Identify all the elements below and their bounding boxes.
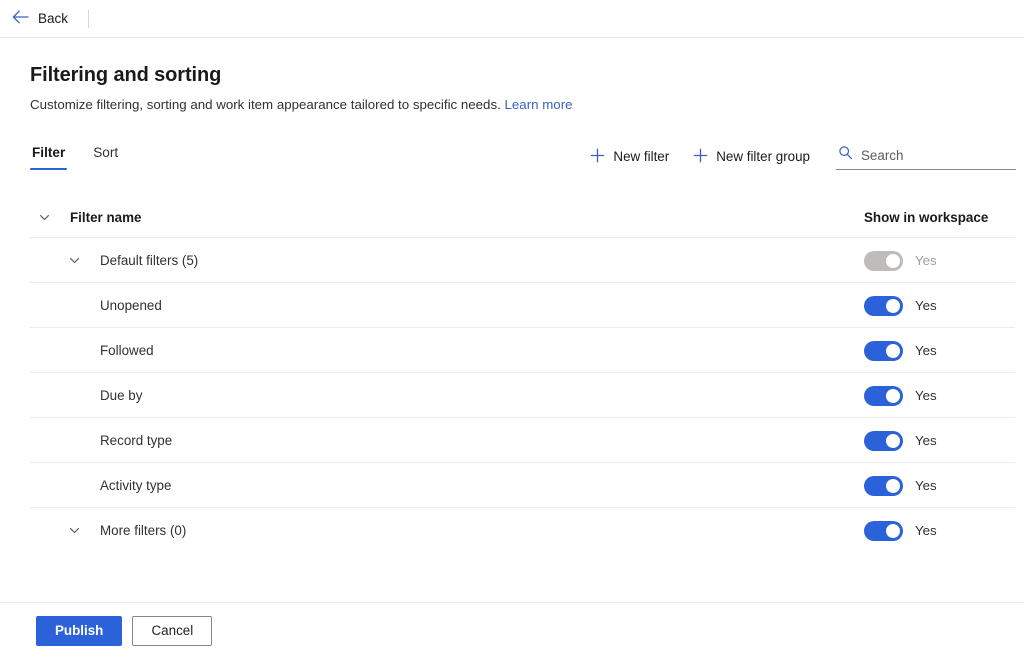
toggle-label: Yes bbox=[915, 478, 937, 493]
toggle-label: Yes bbox=[915, 343, 937, 358]
toggle-knob bbox=[886, 298, 900, 313]
command-bar: Filter Sort New filter New filter group … bbox=[0, 143, 1024, 181]
page-subtitle-text: Customize filtering, sorting and work it… bbox=[30, 97, 501, 112]
row-name-cell: Default filters (5) bbox=[0, 253, 864, 268]
table-header-row: Filter name Show in workspace bbox=[0, 196, 1024, 238]
command-actions: New filter New filter group bbox=[580, 143, 1016, 170]
toggle-label: Yes bbox=[915, 298, 937, 313]
row-label: Default filters (5) bbox=[100, 253, 199, 268]
filters-table: Filter name Show in workspace Default fi… bbox=[0, 196, 1024, 553]
show-in-workspace-toggle[interactable] bbox=[864, 520, 903, 541]
tab-filter[interactable]: Filter bbox=[30, 143, 68, 170]
cancel-button[interactable]: Cancel bbox=[132, 615, 213, 646]
toggle-knob bbox=[886, 343, 900, 358]
tab-list: Filter Sort bbox=[30, 143, 120, 170]
page-header: Filtering and sorting Customize filterin… bbox=[0, 38, 1024, 114]
show-in-workspace-toggle[interactable] bbox=[864, 385, 903, 406]
table-row[interactable]: Followed Yes bbox=[0, 328, 1024, 373]
arrow-left-icon bbox=[12, 10, 29, 27]
tab-sort[interactable]: Sort bbox=[91, 143, 120, 170]
plus-icon bbox=[590, 148, 605, 166]
chevron-down-icon[interactable] bbox=[60, 524, 88, 537]
page-subtitle: Customize filtering, sorting and work it… bbox=[0, 87, 1024, 114]
chevron-down-icon[interactable] bbox=[30, 211, 58, 224]
row-toggle-cell: Yes bbox=[864, 250, 1024, 271]
toggle-label: Yes bbox=[915, 388, 937, 403]
toggle-knob bbox=[886, 478, 900, 493]
top-bar: Back bbox=[0, 0, 1024, 38]
search-input[interactable] bbox=[861, 147, 1014, 163]
row-name-cell: More filters (0) bbox=[0, 523, 864, 538]
footer-action-bar: Publish Cancel bbox=[0, 602, 1024, 658]
row-name-cell: Unopened bbox=[0, 298, 864, 313]
header-cell-name: Filter name bbox=[0, 210, 864, 225]
row-toggle-cell: Yes bbox=[864, 520, 1024, 541]
new-filter-group-button[interactable]: New filter group bbox=[683, 144, 820, 170]
toggle-knob bbox=[886, 388, 900, 403]
column-header-show-in-workspace: Show in workspace bbox=[864, 209, 989, 225]
row-label: More filters (0) bbox=[100, 523, 187, 538]
row-toggle-cell: Yes bbox=[864, 340, 1024, 361]
row-name-cell: Activity type bbox=[0, 478, 864, 493]
show-in-workspace-toggle[interactable] bbox=[864, 430, 903, 451]
show-in-workspace-toggle bbox=[864, 250, 903, 271]
toggle-label: Yes bbox=[915, 253, 937, 268]
table-row[interactable]: Unopened Yes bbox=[0, 283, 1024, 328]
row-toggle-cell: Yes bbox=[864, 385, 1024, 406]
toggle-knob bbox=[886, 433, 900, 448]
row-toggle-cell: Yes bbox=[864, 295, 1024, 316]
toggle-label: Yes bbox=[915, 433, 937, 448]
row-toggle-cell: Yes bbox=[864, 475, 1024, 496]
top-bar-divider bbox=[88, 9, 90, 28]
back-button[interactable]: Back bbox=[0, 4, 78, 34]
page-title: Filtering and sorting bbox=[30, 64, 222, 86]
row-label: Record type bbox=[100, 433, 173, 448]
row-label: Activity type bbox=[100, 478, 172, 493]
table-row[interactable]: More filters (0) Yes bbox=[0, 508, 1024, 553]
row-label: Due by bbox=[100, 388, 143, 403]
new-filter-group-label: New filter group bbox=[716, 149, 810, 164]
row-toggle-cell: Yes bbox=[864, 430, 1024, 451]
toggle-knob bbox=[886, 253, 900, 268]
show-in-workspace-toggle[interactable] bbox=[864, 340, 903, 361]
filtering-and-sorting-page: Back Filtering and sorting Customize fil… bbox=[0, 0, 1024, 658]
column-header-filter-name: Filter name bbox=[70, 209, 142, 225]
show-in-workspace-toggle[interactable] bbox=[864, 475, 903, 496]
plus-icon bbox=[693, 148, 708, 166]
table-row[interactable]: Default filters (5) Yes bbox=[0, 238, 1024, 283]
new-filter-button[interactable]: New filter bbox=[580, 144, 679, 170]
toggle-label: Yes bbox=[915, 523, 937, 538]
learn-more-link[interactable]: Learn more bbox=[505, 97, 573, 112]
row-name-cell: Followed bbox=[0, 343, 864, 358]
row-label: Unopened bbox=[100, 298, 162, 313]
row-label: Followed bbox=[100, 343, 154, 358]
back-label: Back bbox=[38, 10, 69, 26]
table-row[interactable]: Activity type Yes bbox=[0, 463, 1024, 508]
table-row[interactable]: Due by Yes bbox=[0, 373, 1024, 418]
show-in-workspace-toggle[interactable] bbox=[864, 295, 903, 316]
new-filter-label: New filter bbox=[613, 149, 670, 164]
header-cell-show: Show in workspace bbox=[864, 210, 1024, 225]
table-row[interactable]: Record type Yes bbox=[0, 418, 1024, 463]
search-icon bbox=[838, 145, 853, 165]
publish-button[interactable]: Publish bbox=[36, 615, 123, 646]
search-box[interactable] bbox=[836, 143, 1016, 170]
row-name-cell: Due by bbox=[0, 388, 864, 403]
toggle-knob bbox=[886, 523, 900, 538]
row-name-cell: Record type bbox=[0, 433, 864, 448]
chevron-down-icon[interactable] bbox=[60, 254, 88, 267]
